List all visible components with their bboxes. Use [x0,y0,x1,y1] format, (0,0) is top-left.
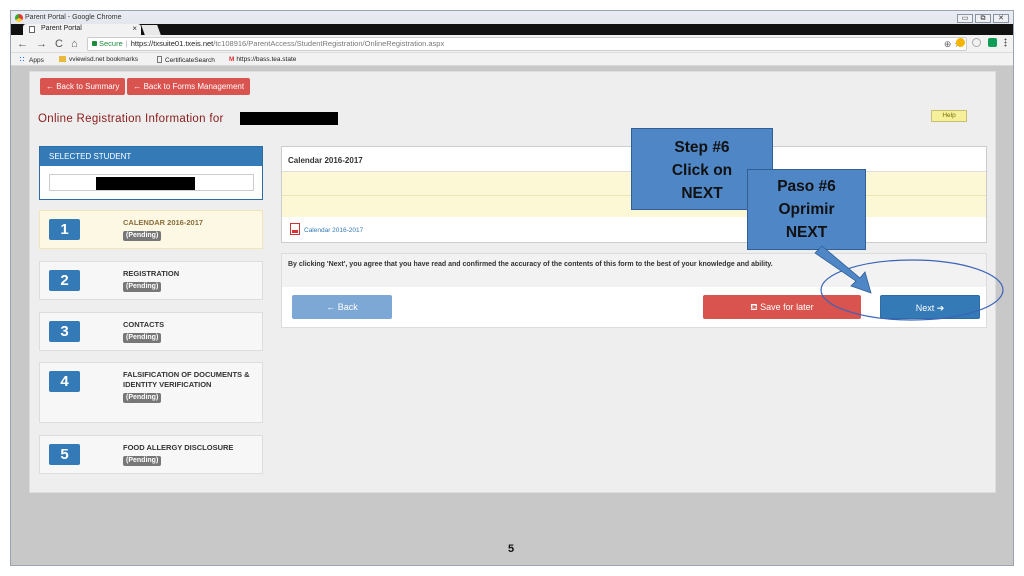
redacted-student [96,177,195,190]
save-for-later-button[interactable]: ⛾ Save for later [703,295,861,319]
reload-icon[interactable]: C [55,37,63,51]
title-bar: Parent Portal - Google Chrome Parent Por… [11,11,1013,35]
window-controls: ▭ ⧉ ✕ [957,14,1009,23]
slide-number: 5 [508,543,515,555]
gmail-icon: M [229,56,235,63]
step-label: FOOD ALLERGY DISCLOSURE [123,443,234,452]
back-to-summary-button[interactable]: ← Back to Summary [40,78,126,95]
redacted-name [240,112,338,125]
lock-icon [92,41,97,46]
back-to-forms-button[interactable]: ← Back to Forms Management [127,78,251,95]
step-number: 4 [49,371,80,392]
close-window-button[interactable]: ✕ [993,14,1009,23]
url-host: https://txsuite01.txeis.net [130,39,214,48]
step-registration[interactable]: 2 REGISTRATION (Pending) [39,261,263,300]
agreement-text: By clicking 'Next', you agree that you h… [282,254,986,287]
back-button[interactable]: ← Back [292,295,392,319]
top-nav-buttons: ← Back to Summary ← Back to Forms Manage… [40,78,251,95]
status-badge: (Pending) [123,393,162,403]
home-icon[interactable]: ⌂ [71,37,78,51]
apps-icon [19,56,26,63]
browser-window: Parent Portal - Google Chrome Parent Por… [10,10,1014,566]
tab-parent-portal[interactable]: Parent Portal × [23,24,141,35]
forward-arrow-icon[interactable]: → [36,37,47,51]
step-label: CONTACTS [123,320,165,329]
save-icon: ⛾ [750,302,761,312]
bookmark-bass[interactable]: Mhttps://bass.tea.state [229,56,296,63]
agreement-panel: By clicking 'Next', you agree that you h… [281,253,987,328]
page-icon [29,26,35,33]
url-path: /tc108916/ParentAccess/StudentRegistrati… [213,39,445,48]
step-number: 3 [49,321,80,342]
tab-title: Parent Portal [41,25,82,32]
callout-spanish: Paso #6 Oprimir NEXT [747,169,866,250]
step-label: CALENDAR 2016-2017 [123,218,204,227]
bookmarks-bar: Apps vviewisd.net bookmarks CertificateS… [11,53,1013,66]
bookmark-folder[interactable]: vviewisd.net bookmarks [59,56,138,63]
step-label: REGISTRATION [123,269,180,278]
step-label: FALSIFICATION OF DOCUMENTS & IDENTITY VE… [123,370,250,389]
extension-icon[interactable] [956,38,965,47]
step-calendar[interactable]: 1 CALENDAR 2016-2017 (Pending) [39,210,263,249]
help-button[interactable]: Help [931,110,967,122]
page-icon [157,56,162,63]
page-content: ← Back to Summary ← Back to Forms Manage… [29,71,996,493]
step-contacts[interactable]: 3 CONTACTS (Pending) [39,312,263,351]
next-button[interactable]: Next ➔ [880,295,980,319]
calendar-link[interactable]: Calendar 2016-2017 [290,223,363,235]
step-number: 5 [49,444,80,465]
nav-buttons: ← → C ⌂ [17,37,78,51]
extension-icon[interactable] [972,38,981,47]
extension-icons [956,38,1007,47]
address-bar[interactable]: Secure | https://txsuite01.txeis.net/tc108… [87,37,967,51]
menu-icon[interactable] [1004,38,1007,47]
window-title: Parent Portal - Google Chrome [25,14,122,21]
folder-icon [59,56,66,62]
step-falsification[interactable]: 4 FALSIFICATION OF DOCUMENTS & IDENTITY … [39,362,263,423]
step-food-allergy[interactable]: 5 FOOD ALLERGY DISCLOSURE (Pending) [39,435,263,474]
status-badge: (Pending) [123,282,162,292]
status-badge: (Pending) [123,456,162,466]
extension-icon[interactable] [988,38,997,47]
slide-number-faded: 5 [938,543,945,555]
tab-close-icon[interactable]: × [132,24,137,33]
pdf-icon [290,223,300,235]
new-tab-button[interactable] [141,25,161,35]
bookmark-apps[interactable]: Apps [19,56,44,64]
page-title: Online Registration Information for [38,113,224,125]
maximize-button[interactable]: ⧉ [975,14,991,23]
step-number: 2 [49,270,80,291]
status-badge: (Pending) [123,231,162,241]
student-select[interactable] [49,174,254,191]
chrome-logo-icon [15,14,23,22]
browser-toolbar: ← → C ⌂ Secure | https://txsuite01.txeis.n… [11,35,1013,53]
back-arrow-icon[interactable]: ← [17,37,28,51]
status-badge: (Pending) [123,333,162,343]
tab-strip: Parent Portal × [11,24,1013,35]
selected-student-panel: SELECTED STUDENT [39,146,263,200]
selected-student-header: SELECTED STUDENT [40,147,262,166]
secure-label: Secure [99,39,123,48]
bookmark-certificate[interactable]: CertificateSearch [157,56,215,64]
step-number: 1 [49,219,80,240]
minimize-button[interactable]: ▭ [957,14,973,23]
